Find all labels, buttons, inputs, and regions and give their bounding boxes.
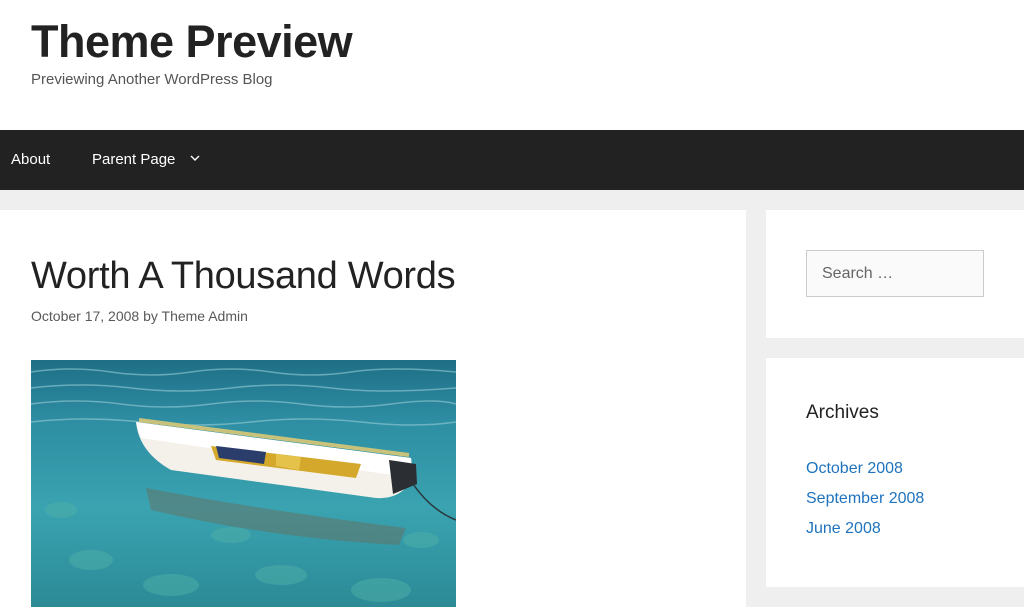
post-by-label: by [143, 308, 158, 324]
main-navigation: About Parent Page [0, 130, 1024, 190]
site-title[interactable]: Theme Preview [31, 15, 353, 69]
list-item: September 2008 [806, 488, 924, 518]
nav-item-parent-page[interactable]: Parent Page [92, 130, 200, 190]
post-title[interactable]: Worth A Thousand Words [31, 253, 456, 299]
archive-link-september-2008[interactable]: September 2008 [806, 490, 924, 507]
site-header: Theme Preview Previewing Another WordPre… [0, 0, 1024, 130]
search-input[interactable] [806, 250, 984, 297]
archives-list: October 2008 September 2008 June 2008 [806, 458, 924, 548]
archives-title: Archives [806, 402, 879, 423]
nav-item-label: About [11, 151, 51, 168]
archive-link-october-2008[interactable]: October 2008 [806, 460, 903, 477]
nav-item-about[interactable]: About [11, 130, 50, 190]
post-date[interactable]: October 17, 2008 [31, 308, 139, 324]
list-item: October 2008 [806, 458, 924, 488]
search-widget [766, 210, 1024, 338]
list-item: June 2008 [806, 518, 924, 548]
archives-widget: Archives October 2008 September 2008 Jun… [766, 358, 1024, 587]
nav-item-label: Parent Page [92, 151, 176, 168]
post-meta: October 17, 2008 by Theme Admin [31, 307, 248, 325]
post-author[interactable]: Theme Admin [162, 308, 248, 324]
post-image [31, 360, 456, 607]
site-description: Previewing Another WordPress Blog [31, 71, 273, 88]
archive-link-june-2008[interactable]: June 2008 [806, 520, 881, 537]
chevron-down-icon [190, 128, 200, 188]
main-content: Worth A Thousand Words October 17, 2008 … [0, 210, 746, 607]
